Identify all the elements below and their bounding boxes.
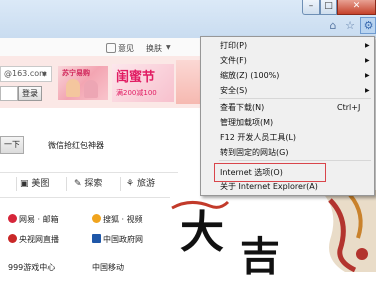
gov-icon <box>92 234 101 243</box>
site-link-chinamobile[interactable]: 中国移动 <box>92 262 124 273</box>
festive-art-image: 大 吉 <box>170 190 376 280</box>
maximize-button[interactable]: □ <box>320 0 337 15</box>
ad-banner-guimi-title: 闺蜜节 <box>116 70 156 85</box>
menu-item-file[interactable]: 文件(F) <box>220 56 247 66</box>
ad-banner-decoration <box>176 60 200 104</box>
feedback-icon <box>106 43 116 53</box>
site-link-sohu[interactable]: 搜狐 · 视频 <box>92 214 143 225</box>
menu-item-about-ie[interactable]: 关于 Internet Explorer(A) <box>220 182 318 192</box>
menu-item-zoom[interactable]: 缩放(Z) (100%) <box>220 71 279 81</box>
submenu-arrow-icon: ▶ <box>365 57 370 64</box>
ad-banner-suning-heading: 苏宁易购 <box>62 69 90 77</box>
nav-divider <box>120 177 121 191</box>
login-button[interactable]: 登录 <box>18 86 42 101</box>
image-icon: ▣ <box>20 179 29 189</box>
tools-gear-icon: ⚙ <box>363 19 374 32</box>
menu-item-print[interactable]: 打印(P) <box>220 41 247 51</box>
travel-icon: ⚘ <box>126 179 135 189</box>
home-icon[interactable]: ⌂ <box>326 19 340 33</box>
nav-item-explore[interactable]: ✎ 探索 <box>74 176 102 192</box>
ad-banner-guimi-subtitle: 满200减100 <box>116 89 157 97</box>
menu-separator <box>219 98 371 99</box>
mail-domain-dropdown-icon[interactable]: ▼ <box>42 71 47 78</box>
submenu-arrow-icon: ▶ <box>365 72 370 79</box>
menu-item-safety[interactable]: 安全(S) <box>220 86 247 96</box>
submenu-arrow-icon: ▶ <box>365 87 370 94</box>
art-character-ji: 吉 <box>240 233 280 280</box>
menu-item-dev-tools[interactable]: F12 开发人员工具(L) <box>220 133 296 143</box>
nav-item-travel[interactable]: ⚘ 旅游 <box>126 176 155 192</box>
search-icon: ✎ <box>74 179 82 189</box>
nav-divider <box>66 177 67 191</box>
site-link-netease[interactable]: 网易 · 邮箱 <box>8 214 59 225</box>
ad-figure-image <box>66 79 80 97</box>
site-link-gov[interactable]: 中国政府网 <box>92 234 143 245</box>
tools-button[interactable]: ⚙ <box>360 17 376 34</box>
cctv-icon <box>8 234 17 243</box>
password-field[interactable] <box>0 86 18 101</box>
nav-item-images[interactable]: ▣ 美图 <box>20 176 49 192</box>
submenu-arrow-icon: ▶ <box>365 42 370 49</box>
sohu-icon <box>92 214 101 223</box>
site-link-999game[interactable]: 999游戏中心 <box>8 262 55 273</box>
feedback-link[interactable]: 意见 <box>118 43 134 54</box>
favorites-star-icon[interactable]: ☆ <box>343 19 357 33</box>
menu-item-pinned-sites[interactable]: 转到固定的网站(G) <box>220 148 288 158</box>
menu-separator <box>219 160 371 161</box>
menu-item-manage-addons[interactable]: 管理加载项(M) <box>220 118 273 128</box>
search-button[interactable]: 一下 <box>0 136 24 154</box>
art-figure-decoration <box>320 190 376 272</box>
wechat-link[interactable]: 微信抢红包神器 <box>48 140 104 151</box>
netease-icon <box>8 214 17 223</box>
site-link-cctv[interactable]: 央视网直播 <box>8 234 59 245</box>
highlight-box <box>214 163 326 182</box>
menu-item-view-downloads[interactable]: 查看下载(N) <box>220 103 264 113</box>
minimize-button[interactable]: – <box>302 0 320 15</box>
skin-dropdown-icon: ▼ <box>166 44 171 51</box>
ad-figure-image <box>84 80 98 98</box>
menu-shortcut-downloads: Ctrl+J <box>337 103 361 112</box>
close-button[interactable]: ✕ <box>337 0 376 15</box>
skin-link[interactable]: 换肤 <box>146 43 162 54</box>
nav-divider <box>16 177 17 191</box>
